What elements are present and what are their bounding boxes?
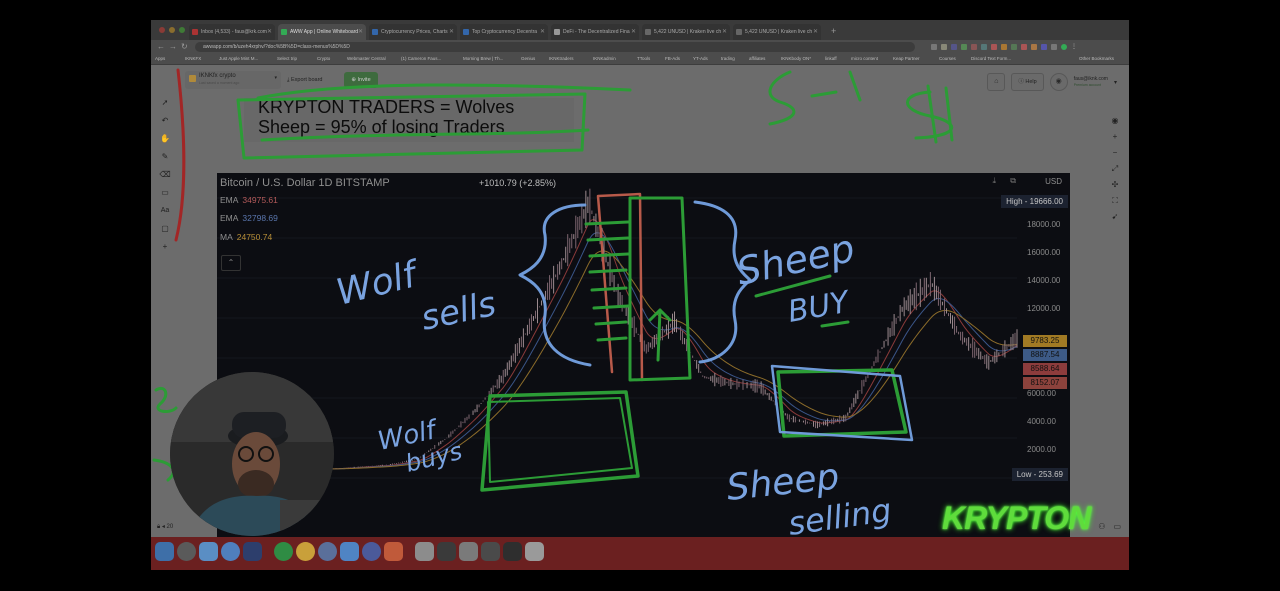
red-bracket-stroke <box>174 68 186 242</box>
one-scribble <box>848 70 862 102</box>
handwriting-blue: Wolf sells Sheep BUY Wolf buys Sheep sel… <box>332 226 893 543</box>
sheep-selling-blue-box <box>770 364 914 442</box>
arrow-up-stroke <box>648 308 672 362</box>
sell-dashes <box>584 220 630 342</box>
krypton-logo: KRYPTON <box>942 500 1091 536</box>
presenter-avatar <box>170 372 334 536</box>
sheep-selling-green-box <box>776 368 908 438</box>
five-scribble <box>768 70 796 126</box>
left-s-scribble <box>154 387 178 413</box>
wolf-sells-word-2: sells <box>418 284 500 339</box>
left-brace-stroke <box>518 203 592 367</box>
dash-scribble <box>810 90 838 98</box>
note-outline-stroke <box>236 92 587 160</box>
wolf-buys-box-inner <box>487 397 633 483</box>
note-underline-stroke <box>260 128 590 142</box>
webcam-bubble <box>170 372 334 536</box>
peak-green-box <box>628 196 692 382</box>
sheep-buy-word-1: Sheep <box>733 226 859 294</box>
wolf-sells-word-1: Wolf <box>332 253 425 313</box>
